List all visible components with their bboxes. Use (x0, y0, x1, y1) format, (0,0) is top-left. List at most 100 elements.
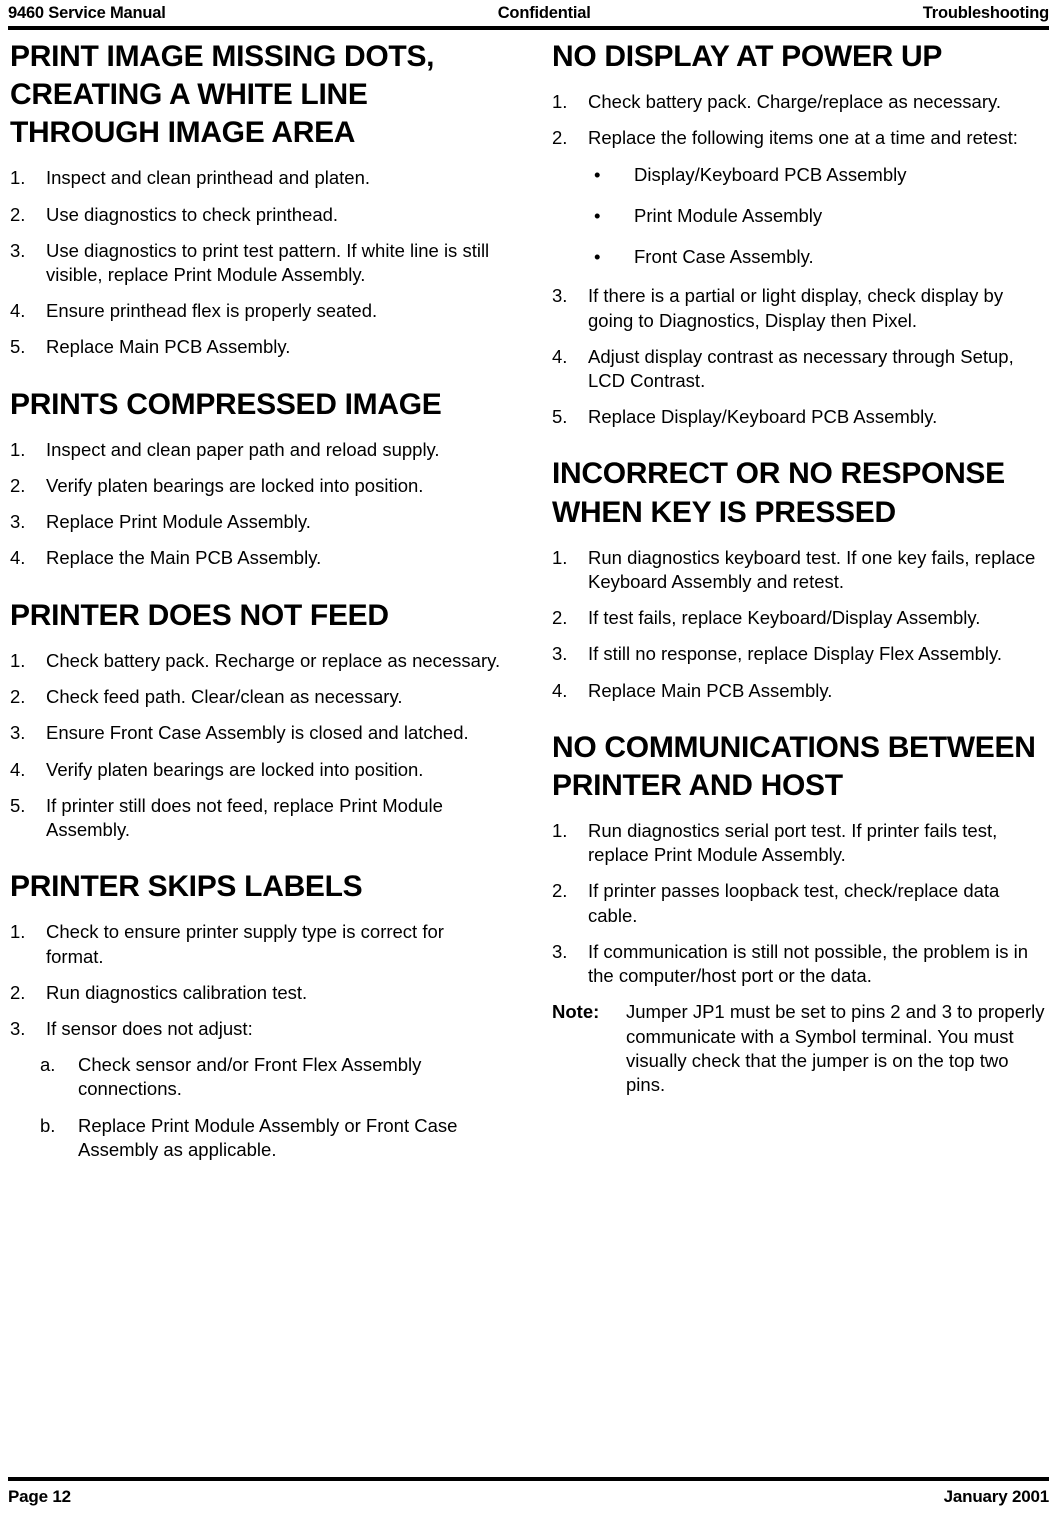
step-marker: 2. (10, 686, 26, 708)
step-text: If printer still does not feed, replace … (46, 794, 443, 840)
step-text: Replace Display/Keyboard PCB Assembly. (588, 406, 938, 428)
step-text: Replace the Main PCB Assembly. (46, 547, 322, 569)
step-marker: 2. (10, 203, 26, 225)
step-marker: 4. (10, 547, 26, 569)
bullet-icon: • (594, 204, 601, 226)
list-item: 3. Ensure Front Case Assembly is closed … (10, 721, 502, 745)
step-text: Check to ensure printer supply type is c… (46, 921, 444, 967)
list-item: 2. Verify platen bearings are locked int… (10, 474, 502, 498)
list-item: • Display/Keyboard PCB Assembly (552, 163, 1052, 187)
list-item: 2. Check feed path. Clear/clean as neces… (10, 685, 502, 709)
step-list: 1. Check battery pack. Recharge or repla… (10, 649, 502, 842)
header-chapter-title: Troubleshooting (922, 4, 1049, 22)
footer-divider-rule (8, 1477, 1049, 1481)
step-marker: 5. (10, 794, 26, 816)
list-item: 5. Replace Main PCB Assembly. (10, 335, 502, 359)
step-text: Inspect and clean paper path and reload … (46, 438, 440, 460)
list-item: 3. Replace Print Module Assembly. (10, 510, 502, 534)
bullet-text: Print Module Assembly (634, 204, 823, 226)
step-marker: 1. (10, 167, 26, 189)
step-list: 1. Run diagnostics serial port test. If … (552, 819, 1052, 1097)
step-text: Run diagnostics keyboard test. If one ke… (588, 546, 1036, 592)
substep-marker: a. (40, 1054, 56, 1076)
list-item: 2. If printer passes loopback test, chec… (552, 879, 1052, 927)
section-heading: PRINT IMAGE MISSING DOTS, CREATING A WHI… (10, 40, 435, 150)
header-manual-title: 9460 Service Manual (8, 4, 166, 22)
step-marker: 3. (10, 239, 26, 261)
step-text: Check feed path. Clear/clean as necessar… (46, 686, 403, 708)
step-text: Adjust display contrast as necessary thr… (588, 345, 1014, 391)
step-text: Check battery pack. Charge/replace as ne… (588, 91, 1002, 113)
step-marker: 1. (10, 649, 26, 671)
note-text: Jumper JP1 must be set to pins 2 and 3 t… (626, 1001, 1045, 1096)
list-item: 5. If printer still does not feed, repla… (10, 794, 502, 842)
step-marker: 1. (552, 819, 568, 841)
step-list: 1. Check battery pack. Charge/replace as… (552, 90, 1052, 150)
step-marker: 3. (10, 722, 26, 744)
step-marker: 4. (10, 758, 26, 780)
note-block: Note: Jumper JP1 must be set to pins 2 a… (552, 1000, 1052, 1097)
step-marker: 2. (552, 607, 568, 629)
step-text: Verify platen bearings are locked into p… (46, 475, 424, 497)
step-text: Verify platen bearings are locked into p… (46, 758, 424, 780)
step-text: Use diagnostics to print test pattern. I… (46, 239, 490, 285)
step-text: Replace Print Module Assembly. (46, 511, 311, 533)
list-item: 1. Inspect and clean printhead and plate… (10, 166, 502, 190)
step-text: Inspect and clean printhead and platen. (46, 167, 370, 189)
step-text: If printer passes loopback test, check/r… (588, 880, 1000, 926)
step-marker: 1. (552, 546, 568, 568)
section-no-display-at-power-up: NO DISPLAY AT POWER UP 1. Check battery … (552, 38, 1052, 429)
bullet-icon: • (594, 246, 601, 268)
step-marker: 3. (10, 1018, 26, 1040)
step-marker: 2. (552, 127, 568, 149)
header-divider-rule (8, 26, 1049, 30)
step-text: If test fails, replace Keyboard/Display … (588, 607, 981, 629)
list-item: 4. Verify platen bearings are locked int… (10, 758, 502, 782)
step-text: Ensure printhead flex is properly seated… (46, 300, 378, 322)
manual-page: 9460 Service Manual Confidential Trouble… (0, 0, 1057, 1525)
list-item: 1. Inspect and clean paper path and relo… (10, 438, 502, 462)
step-marker: 3. (552, 940, 568, 962)
step-text: If sensor does not adjust: (46, 1018, 253, 1040)
step-list: 1. Inspect and clean paper path and relo… (10, 438, 502, 571)
section-prints-compressed-image: PRINTS COMPRESSED IMAGE 1. Inspect and c… (10, 386, 502, 571)
step-marker: 5. (10, 336, 26, 358)
list-item: 2. Run diagnostics calibration test. (10, 981, 502, 1005)
list-item: 3. If still no response, replace Display… (552, 642, 1052, 666)
list-item: 2. Use diagnostics to check printhead. (10, 203, 502, 227)
step-text: If still no response, replace Display Fl… (588, 643, 1003, 665)
list-item: a. Check sensor and/or Front Flex Assemb… (10, 1053, 502, 1101)
section-heading: PRINTER DOES NOT FEED (10, 598, 389, 632)
step-text: Ensure Front Case Assembly is closed and… (46, 722, 469, 744)
section-no-communications: NO COMMUNICATIONS BETWEEN PRINTER AND HO… (552, 729, 1052, 1098)
list-item: 3. If there is a partial or light displa… (552, 284, 1052, 332)
list-item: 5. Replace Display/Keyboard PCB Assembly… (552, 405, 1052, 429)
step-marker: 4. (10, 300, 26, 322)
step-marker: 2. (10, 981, 26, 1003)
step-text: Run diagnostics serial port test. If pri… (588, 819, 998, 866)
list-item: • Print Module Assembly (552, 204, 1052, 228)
bullet-icon: • (594, 163, 601, 185)
bullet-text: Display/Keyboard PCB Assembly (634, 163, 907, 185)
step-text: Check battery pack. Recharge or replace … (46, 649, 501, 671)
step-marker: 4. (552, 679, 568, 701)
step-list: 1. Check to ensure printer supply type i… (10, 920, 502, 1041)
substep-marker: b. (40, 1114, 56, 1136)
section-print-image-missing-dots: PRINT IMAGE MISSING DOTS, CREATING A WHI… (10, 38, 502, 360)
step-text: Run diagnostics calibration test. (46, 981, 308, 1003)
step-marker: 3. (10, 511, 26, 533)
list-item: 4. Replace Main PCB Assembly. (552, 679, 1052, 703)
right-column: NO DISPLAY AT POWER UP 1. Check battery … (552, 38, 1052, 1097)
list-item: 3. Use diagnostics to print test pattern… (10, 239, 502, 287)
section-heading: INCORRECT OR NO RESPONSE WHEN KEY IS PRE… (552, 457, 1005, 529)
step-text: Replace Main PCB Assembly. (46, 336, 291, 358)
substep-text: Check sensor and/or Front Flex Assembly … (78, 1054, 422, 1100)
footer-page-number: Page 12 (8, 1487, 71, 1506)
step-list: 1. Inspect and clean printhead and plate… (10, 166, 502, 359)
step-marker: 2. (10, 475, 26, 497)
step-marker: 3. (552, 643, 568, 665)
step-text: Replace Main PCB Assembly. (588, 679, 833, 701)
list-item: • Front Case Assembly. (552, 245, 1052, 269)
step-text: Use diagnostics to check printhead. (46, 203, 339, 225)
step-list: 1. Run diagnostics keyboard test. If one… (552, 546, 1052, 703)
